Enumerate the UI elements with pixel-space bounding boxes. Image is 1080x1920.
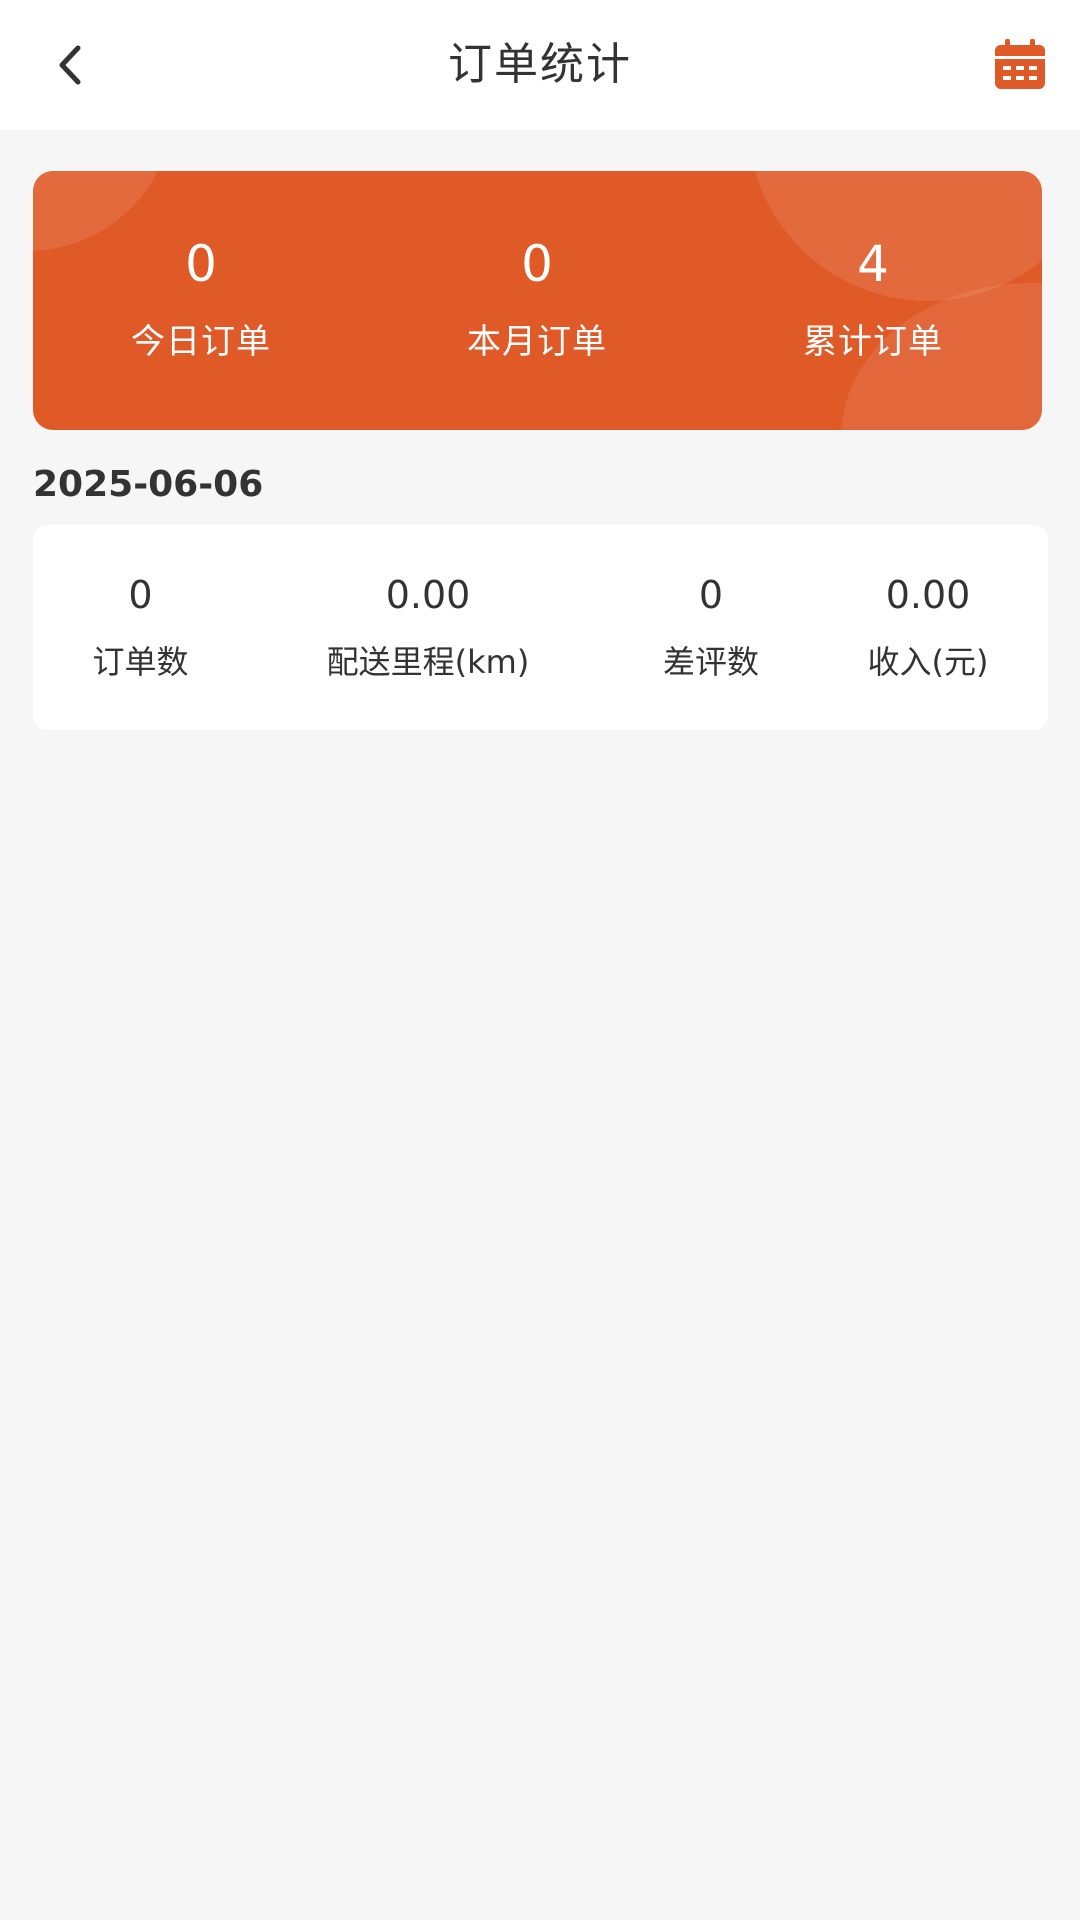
stat-value: 0.00 [885, 573, 971, 617]
order-summary-card: 0 今日订单 0 本月订单 4 累计订单 [33, 171, 1042, 430]
summary-month: 0 本月订单 [369, 171, 705, 430]
stat-value: 0 [128, 573, 153, 617]
summary-value: 0 [521, 235, 553, 293]
summary-label: 今日订单 [131, 322, 271, 362]
stat-order-count: 0 订单数 [33, 525, 248, 730]
stat-income: 0.00 收入(元) [818, 525, 1038, 730]
stat-label: 订单数 [92, 643, 189, 681]
stat-value: 0 [698, 573, 724, 617]
calendar-button[interactable] [985, 30, 1055, 100]
app-header: 订单统计 [0, 0, 1080, 130]
stat-label: 收入(元) [867, 643, 989, 681]
summary-label: 累计订单 [803, 322, 943, 362]
summary-today: 0 今日订单 [33, 171, 369, 430]
page-title: 订单统计 [448, 39, 632, 90]
summary-label: 本月订单 [467, 322, 607, 362]
stat-label: 差评数 [662, 643, 759, 681]
calendar-icon [995, 39, 1045, 89]
stat-bad-reviews: 0 差评数 [611, 525, 811, 730]
selected-date: 2025-06-06 [33, 464, 264, 505]
summary-total: 4 累计订单 [705, 171, 1041, 430]
stat-value: 0.00 [385, 573, 471, 617]
summary-value: 0 [185, 235, 217, 293]
summary-value: 4 [857, 235, 889, 293]
stat-label: 配送里程(km) [326, 643, 530, 681]
daily-stats-card: 0 订单数 0.00 配送里程(km) 0 差评数 0.00 收入(元) [33, 525, 1048, 730]
stat-distance: 0.00 配送里程(km) [268, 525, 588, 730]
